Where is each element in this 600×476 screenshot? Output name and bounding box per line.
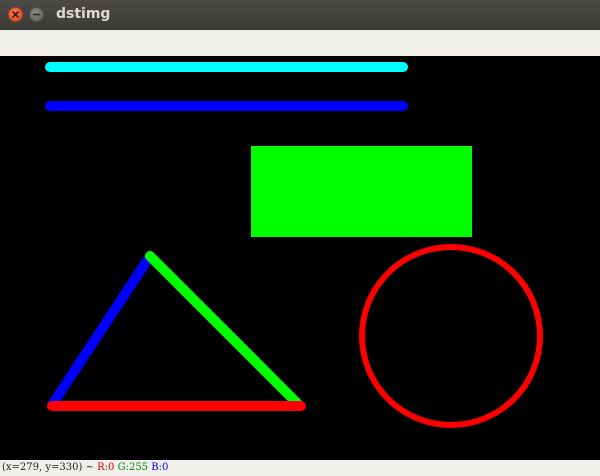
- cursor-coordinates: (x=279, y=330) ~: [2, 462, 94, 473]
- red-circle: [359, 244, 543, 428]
- toolbar-area: [0, 30, 600, 57]
- window-title: dstimg: [56, 6, 111, 22]
- triangle-blue-edge: [47, 251, 155, 410]
- blue-value: B:0: [151, 462, 169, 473]
- red-value: R:0: [97, 462, 115, 473]
- triangle-green-edge: [145, 251, 304, 410]
- minimize-button[interactable]: [29, 7, 44, 22]
- green-value: G:255: [117, 462, 149, 473]
- status-bar: (x=279, y=330) ~ R:0 G:255 B:0: [0, 460, 600, 476]
- green-rectangle: [251, 146, 472, 237]
- close-button[interactable]: [8, 7, 23, 22]
- close-icon: [12, 11, 19, 18]
- image-drawing: [45, 62, 543, 428]
- title-bar: dstimg: [0, 0, 600, 30]
- image-canvas[interactable]: [0, 56, 600, 460]
- minimize-icon: [32, 13, 41, 16]
